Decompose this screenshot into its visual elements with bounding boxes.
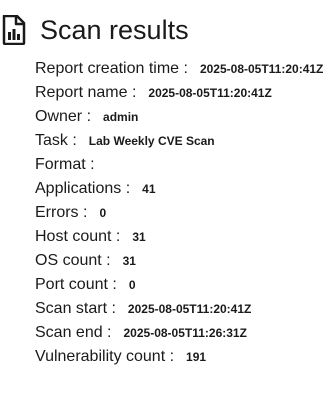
detail-value: 0 — [128, 278, 136, 292]
detail-value: 0 — [99, 206, 107, 220]
detail-label: Applications : — [35, 180, 131, 197]
page-title: Scan results — [40, 15, 189, 45]
detail-value: Lab Weekly CVE Scan — [88, 134, 215, 148]
detail-label: Port count : — [35, 276, 117, 293]
detail-row-format: Format : — [35, 153, 330, 177]
detail-row-applications: Applications : 41 — [35, 177, 330, 201]
detail-value: 2025-08-05T11:20:41Z — [148, 86, 272, 100]
detail-value: 2025-08-05T11:20:41Z — [199, 62, 324, 76]
detail-label: Format : — [35, 156, 95, 173]
detail-row-os-count: OS count : 31 — [35, 249, 330, 273]
detail-row-scan-end: Scan end : 2025-08-05T11:26:31Z — [35, 321, 330, 345]
detail-label: OS count : — [35, 252, 111, 269]
detail-row-scan-start: Scan start : 2025-08-05T11:20:41Z — [35, 297, 330, 321]
detail-label: Host count : — [35, 228, 121, 245]
document-chart-icon — [2, 14, 26, 46]
detail-label: Task : — [35, 132, 77, 149]
detail-row-errors: Errors : 0 — [35, 201, 330, 225]
detail-label: Report name : — [35, 84, 137, 101]
detail-row-report-name: Report name : 2025-08-05T11:20:41Z — [35, 81, 330, 105]
detail-value: 41 — [142, 182, 156, 196]
detail-value: 2025-08-05T11:26:31Z — [123, 326, 247, 340]
detail-label: Owner : — [35, 108, 92, 125]
scan-details-list: Report creation time : 2025-08-05T11:20:… — [35, 57, 330, 369]
detail-value: 2025-08-05T11:20:41Z — [127, 302, 252, 316]
detail-row-task: Task : Lab Weekly CVE Scan — [35, 129, 330, 153]
detail-row-vulnerability-count: Vulnerability count : 191 — [35, 345, 330, 369]
detail-row-owner: Owner : admin — [35, 105, 330, 129]
detail-label: Errors : — [35, 204, 88, 221]
page-header: Scan results — [2, 14, 189, 46]
detail-value: admin — [103, 110, 139, 124]
detail-row-report-creation-time: Report creation time : 2025-08-05T11:20:… — [35, 57, 330, 81]
detail-label: Report creation time : — [35, 60, 188, 77]
detail-label: Vulnerability count : — [35, 348, 175, 365]
detail-value: 191 — [186, 350, 207, 364]
detail-row-host-count: Host count : 31 — [35, 225, 330, 249]
detail-value: 31 — [132, 230, 146, 244]
detail-label: Scan start : — [35, 300, 116, 317]
detail-label: Scan end : — [35, 324, 112, 341]
detail-value: 31 — [122, 254, 136, 268]
detail-row-port-count: Port count : 0 — [35, 273, 330, 297]
